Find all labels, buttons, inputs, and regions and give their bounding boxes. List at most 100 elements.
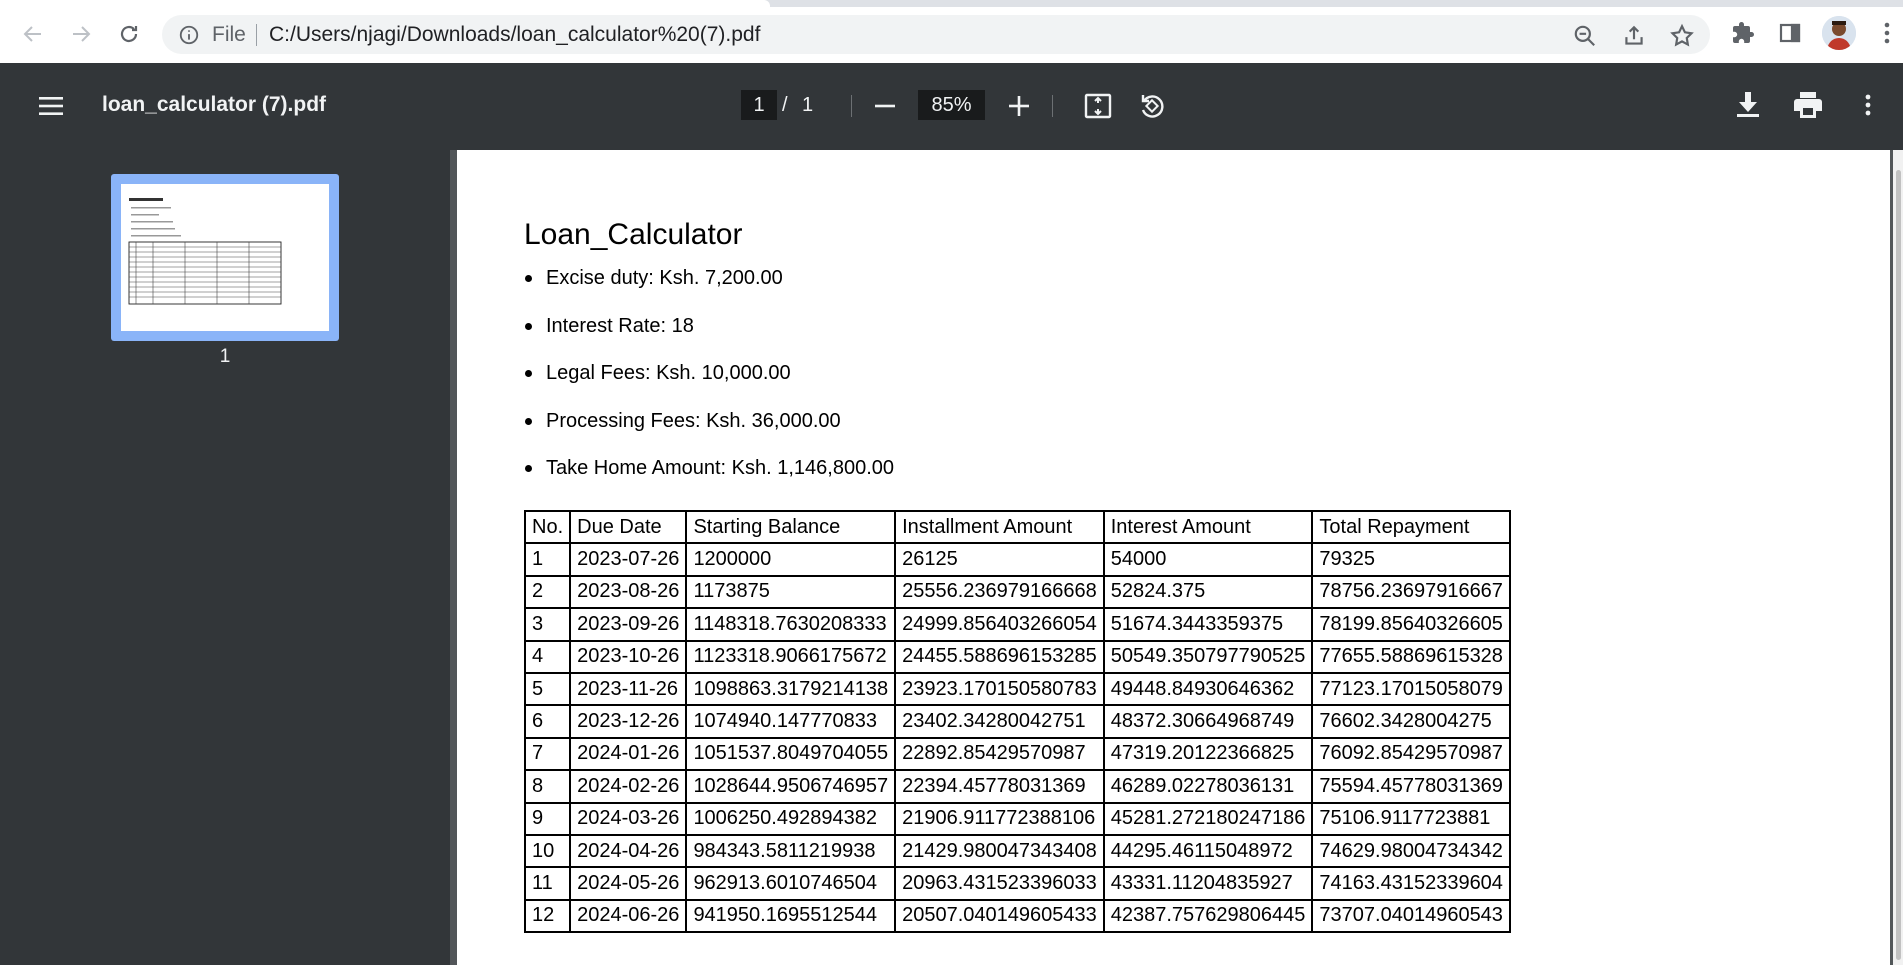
table-cell: 26125 <box>894 542 1105 577</box>
print-button[interactable] <box>1792 89 1824 121</box>
table-cell: 24455.588696153285 <box>894 639 1105 674</box>
fit-page-button[interactable] <box>1082 90 1114 122</box>
star-icon[interactable] <box>1669 23 1695 49</box>
fit-page-icon <box>1084 93 1112 119</box>
list-item: Excise duty: Ksh. 7,200.00 <box>524 265 894 313</box>
table-cell: 2024-03-26 <box>569 801 688 836</box>
scrollbar-thumb[interactable] <box>1896 170 1901 960</box>
table-cell: 22892.85429570987 <box>894 736 1105 772</box>
table-cell: 78756.23697916667 <box>1311 574 1511 610</box>
table-row: 11 2024-05-26 962913.6010746504 20963.43152… <box>523 866 1511 901</box>
table-cell: 1 <box>523 542 572 577</box>
table-row: 2 2023-08-26 1173875 25556.236979166668 5282… <box>523 574 1511 610</box>
zoom-out-icon[interactable] <box>1572 23 1598 49</box>
zoom-out-button[interactable] <box>870 91 900 121</box>
list-item: Interest Rate: 18 <box>524 313 894 361</box>
list-item: Processing Fees: Ksh. 36,000.00 <box>524 408 894 456</box>
kebab-menu-icon <box>1865 94 1871 116</box>
print-icon <box>1794 92 1822 118</box>
list-item: Take Home Amount: Ksh. 1,146,800.00 <box>524 455 894 503</box>
table-cell: 48372.30664968749 <box>1102 704 1314 739</box>
table-cell: 22394.45778031369 <box>894 769 1105 804</box>
document-title: loan_calculator (7).pdf <box>102 93 327 116</box>
table-row: 9 2024-03-26 1006250.492894382 21906.911772… <box>523 801 1511 836</box>
browser-menu-button[interactable] <box>1873 19 1901 47</box>
page-thumbnail[interactable] <box>111 174 339 341</box>
table-cell: 23402.34280042751 <box>894 704 1105 739</box>
table-row: 12 2024-06-26 941950.1695512544 20507.04014… <box>523 898 1511 934</box>
table-cell: 2023-08-26 <box>569 574 688 610</box>
table-cell: 2 <box>523 574 572 610</box>
table-cell: 10 <box>523 833 572 869</box>
rotate-button[interactable] <box>1136 90 1168 122</box>
table-row: 4 2023-10-26 1123318.9066175672 24455.58869… <box>523 639 1511 674</box>
download-button[interactable] <box>1732 89 1764 121</box>
thumbnail-page-preview <box>121 184 329 331</box>
table-cell: 3 <box>523 607 572 642</box>
page-number-input[interactable]: 1 <box>741 90 777 120</box>
share-icon[interactable] <box>1621 23 1647 49</box>
back-button[interactable] <box>18 19 48 49</box>
table-header-cell: Interest Amount <box>1102 509 1314 545</box>
info-icon[interactable] <box>178 24 200 46</box>
table-cell: 962913.6010746504 <box>685 866 897 901</box>
rotate-icon <box>1141 95 1164 118</box>
table-row: 6 2023-12-26 1074940.147770833 23402.342800… <box>523 704 1511 739</box>
table-cell: 24999.856403266054 <box>894 607 1105 642</box>
table-cell: 11 <box>523 866 572 901</box>
table-cell: 23923.170150580783 <box>894 671 1105 707</box>
table-row: 7 2024-01-26 1051537.8049704055 22892.85429… <box>523 736 1511 772</box>
table-cell: 1173875 <box>685 574 897 610</box>
table-cell: 20963.431523396033 <box>894 866 1105 901</box>
active-tab[interactable] <box>0 0 770 7</box>
table-header-cell: Installment Amount <box>894 509 1105 545</box>
table-header-cell: Total Repayment <box>1311 509 1511 545</box>
forward-button[interactable] <box>66 19 96 49</box>
url-separator <box>256 24 257 46</box>
table-cell: 1051537.8049704055 <box>685 736 897 772</box>
table-row: 5 2023-11-26 1098863.3179214138 23923.17015… <box>523 671 1511 707</box>
table-cell: 46289.02278036131 <box>1102 769 1314 804</box>
table-cell: 77655.58869615328 <box>1311 639 1511 674</box>
address-bar[interactable]: File C:/Users/njagi/Downloads/loan_calcu… <box>162 15 1710 54</box>
more-actions-button[interactable] <box>1852 89 1884 121</box>
table-cell: 7 <box>523 736 572 772</box>
table-cell: 2024-06-26 <box>569 898 688 934</box>
table-header-cell: No. <box>523 509 572 545</box>
table-cell: 2023-10-26 <box>569 639 688 674</box>
side-panel-button[interactable] <box>1776 19 1804 47</box>
table-cell: 74163.43152339604 <box>1311 866 1511 901</box>
zoom-in-button[interactable] <box>1004 91 1034 121</box>
extensions-button[interactable] <box>1729 19 1757 47</box>
reload-button[interactable] <box>114 19 144 49</box>
arrow-right-icon <box>73 26 91 42</box>
toolbar-divider <box>1052 95 1053 117</box>
sidebar-toggle-button[interactable] <box>36 91 66 121</box>
table-cell: 6 <box>523 704 572 739</box>
table-cell: 12 <box>523 898 572 934</box>
table-header-cell: Starting Balance <box>685 509 897 545</box>
table-row: 1 2023-07-26 1200000 26125 54000 79325 <box>523 542 1511 577</box>
pdf-toolbar: loan_calculator (7).pdf 1 / 1 85% <box>0 63 1903 150</box>
table-row: 8 2024-02-26 1028644.9506746957 22394.45778… <box>523 769 1511 804</box>
url-text[interactable]: C:/Users/njagi/Downloads/loan_calculator… <box>269 24 760 46</box>
page-total: 1 <box>802 94 814 116</box>
table-cell: 44295.46115048972 <box>1102 833 1314 869</box>
table-cell: 51674.3443359375 <box>1102 607 1314 642</box>
table-cell: 78199.85640326605 <box>1311 607 1511 642</box>
table-cell: 25556.236979166668 <box>894 574 1105 610</box>
table-cell: 1028644.9506746957 <box>685 769 897 804</box>
table-cell: 2024-04-26 <box>569 833 688 869</box>
plus-icon <box>1009 96 1029 116</box>
url-scheme-label: File <box>212 23 246 46</box>
table-cell: 75106.9117723881 <box>1311 801 1511 836</box>
hamburger-icon <box>39 97 63 115</box>
table-cell: 2023-11-26 <box>569 671 688 707</box>
minus-icon <box>875 104 895 108</box>
zoom-level-input[interactable]: 85% <box>918 90 985 120</box>
profile-avatar[interactable] <box>1822 16 1856 50</box>
table-cell: 984343.5811219938 <box>685 833 897 869</box>
table-row: 3 2023-09-26 1148318.7630208333 24999.85640… <box>523 607 1511 642</box>
table-cell: 45281.272180247186 <box>1102 801 1314 836</box>
table-cell: 75594.45778031369 <box>1311 769 1511 804</box>
